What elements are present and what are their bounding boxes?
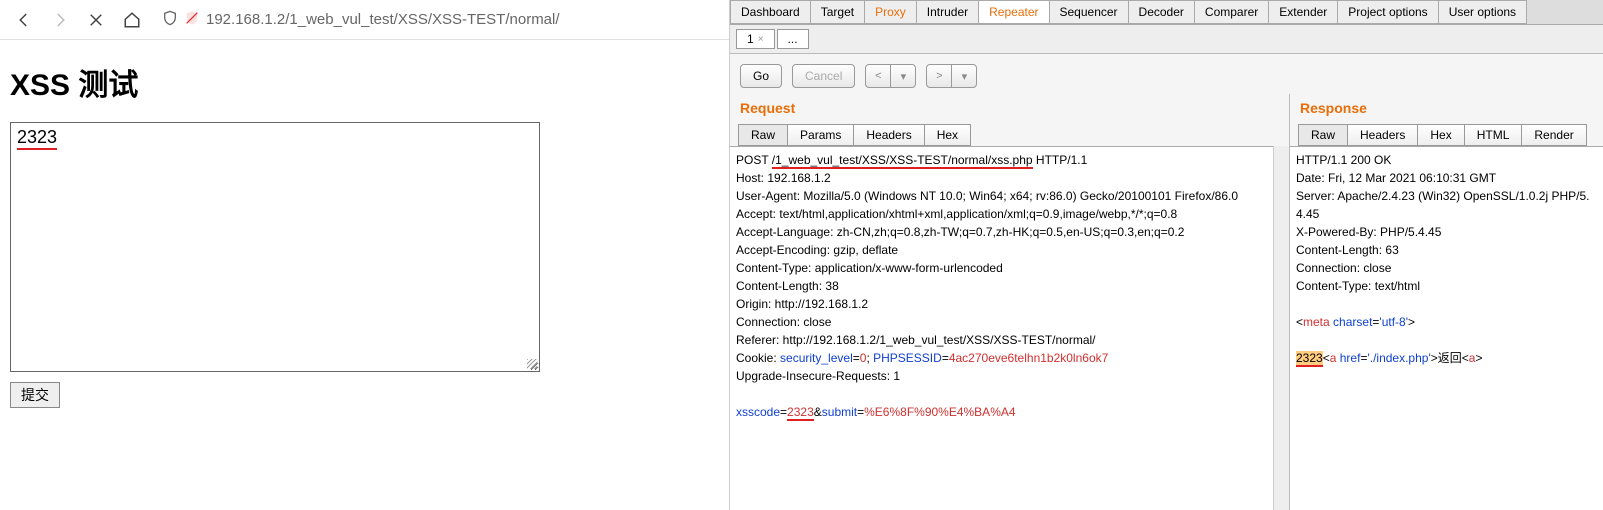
response-view-tabs: Raw Headers Hex HTML Render [1290,124,1603,146]
history-back-dropdown[interactable]: ▾ [890,64,916,88]
tab-extender[interactable]: Extender [1268,0,1338,24]
back-button[interactable] [10,6,38,34]
tab-decoder[interactable]: Decoder [1128,0,1195,24]
repeater-tab-more[interactable]: ... [777,29,809,49]
request-tab-headers[interactable]: Headers [853,124,924,146]
request-panel: Request Raw Params Headers Hex POST /1_w… [730,94,1290,510]
burp-top-tabs: Dashboard Target Proxy Intruder Repeater… [730,0,1603,25]
resize-grip-icon[interactable] [527,359,537,369]
tab-repeater[interactable]: Repeater [978,0,1049,24]
tab-project-options[interactable]: Project options [1337,0,1438,24]
response-tab-headers[interactable]: Headers [1347,124,1418,146]
response-tab-html[interactable]: HTML [1464,124,1523,146]
browser-pane: 192.168.1.2/1_web_vul_test/XSS/XSS-TEST/… [0,0,730,510]
response-raw-body[interactable]: HTTP/1.1 200 OK Date: Fri, 12 Mar 2021 0… [1290,146,1603,510]
url-bar[interactable]: 192.168.1.2/1_web_vul_test/XSS/XSS-TEST/… [154,10,719,29]
cancel-button[interactable]: Cancel [792,64,855,88]
submit-button[interactable]: 提交 [10,382,60,408]
page-title: XSS 测试 [10,60,719,104]
repeater-action-bar: Go Cancel < ▾ > ▾ [730,54,1603,94]
tab-comparer[interactable]: Comparer [1194,0,1269,24]
insecure-icon [184,10,200,29]
burp-pane: Dashboard Target Proxy Intruder Repeater… [730,0,1603,510]
request-view-tabs: Raw Params Headers Hex [730,124,1289,146]
request-tab-raw[interactable]: Raw [738,124,788,146]
close-icon[interactable]: × [758,34,764,45]
repeater-tab-1[interactable]: 1× [736,29,775,49]
tab-sequencer[interactable]: Sequencer [1049,0,1129,24]
response-tab-raw[interactable]: Raw [1298,124,1348,146]
response-tab-render[interactable]: Render [1521,124,1586,146]
stop-button[interactable] [82,6,110,34]
xsscode-value-annotated: 2323 [787,405,814,419]
go-button[interactable]: Go [740,64,782,88]
history-forward-dropdown[interactable]: ▾ [951,64,977,88]
tab-intruder[interactable]: Intruder [916,0,979,24]
home-button[interactable] [118,6,146,34]
request-raw-body[interactable]: POST /1_web_vul_test/XSS/XSS-TEST/normal… [730,146,1273,510]
request-path-annotated: /1_web_vul_test/XSS/XSS-TEST/normal/xss.… [772,153,1033,167]
response-tab-hex[interactable]: Hex [1417,124,1464,146]
history-forward-group: > ▾ [926,64,977,88]
tab-dashboard[interactable]: Dashboard [730,0,811,24]
page-content: XSS 测试 2323 提交 [0,40,729,428]
history-back-group: < ▾ [865,64,916,88]
request-scrollbar[interactable] [1273,146,1289,510]
response-panel: Response Raw Headers Hex HTML Render HTT… [1290,94,1603,510]
request-tab-hex[interactable]: Hex [924,124,971,146]
xss-textarea[interactable]: 2323 [10,122,540,372]
forward-button[interactable] [46,6,74,34]
history-back-button[interactable]: < [865,64,891,88]
request-title: Request [730,94,1289,124]
response-title: Response [1290,94,1603,124]
shield-icon [162,10,178,29]
request-tab-params[interactable]: Params [787,124,854,146]
repeater-sub-tabs: 1× ... [730,25,1603,54]
tab-user-options[interactable]: User options [1438,0,1527,24]
history-forward-button[interactable]: > [926,64,952,88]
tab-proxy[interactable]: Proxy [864,0,917,24]
request-response-panels: Request Raw Params Headers Hex POST /1_w… [730,94,1603,510]
browser-toolbar: 192.168.1.2/1_web_vul_test/XSS/XSS-TEST/… [0,0,729,40]
tab-target[interactable]: Target [810,0,865,24]
response-echo-annotated: 2323 [1296,351,1323,365]
textarea-value: 2323 [17,127,57,150]
url-text: 192.168.1.2/1_web_vul_test/XSS/XSS-TEST/… [206,11,560,28]
